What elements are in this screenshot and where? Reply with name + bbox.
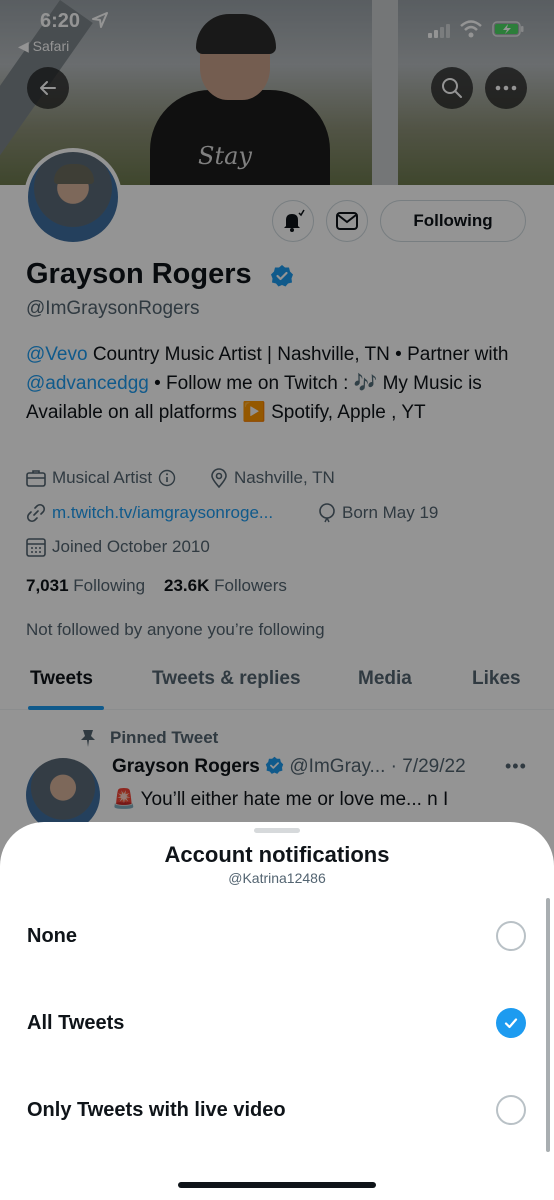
option-none-label: None: [27, 925, 77, 947]
check-icon: [504, 1018, 518, 1029]
option-all-tweets-radio[interactable]: [496, 1008, 526, 1038]
option-live-video-radio[interactable]: [496, 1095, 526, 1125]
option-all-tweets-label: All Tweets: [27, 1012, 125, 1034]
sheet-grabber[interactable]: [254, 828, 300, 833]
option-live-video[interactable]: Only Tweets with live video: [0, 1071, 554, 1151]
option-none-radio[interactable]: [496, 921, 526, 951]
option-none[interactable]: None: [0, 897, 554, 977]
sheet-subtitle: @Katrina12486: [228, 870, 326, 886]
sheet-scrollbar[interactable]: [546, 898, 550, 1152]
option-live-video-label: Only Tweets with live video: [27, 1099, 286, 1121]
home-indicator[interactable]: [178, 1182, 376, 1188]
option-all-tweets[interactable]: All Tweets: [0, 984, 554, 1064]
notifications-sheet: Account notifications @Katrina12486 None…: [0, 822, 554, 1200]
sheet-title: Account notifications: [164, 842, 390, 867]
